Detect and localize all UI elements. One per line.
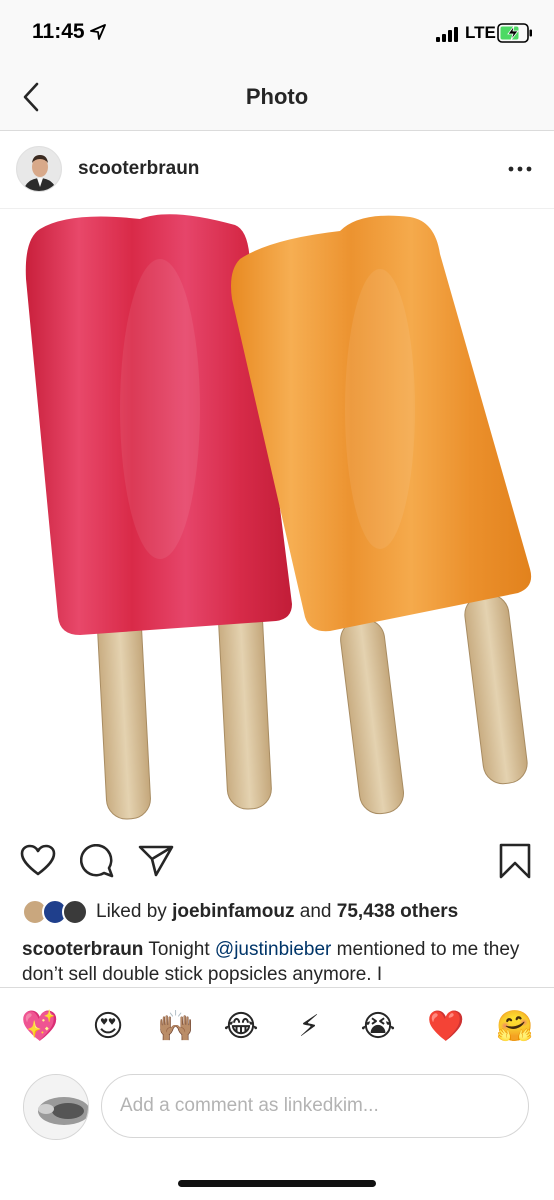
likes-summary[interactable]: Liked by joebinfamouz and 75,438 others — [96, 901, 458, 923]
network-type: LTE — [465, 23, 496, 42]
comment-composer — [0, 1069, 554, 1144]
emoji-sparkling-heart[interactable]: 💖 — [21, 1008, 59, 1046]
comment-input[interactable] — [101, 1074, 529, 1138]
emoji-hugging[interactable]: 🤗 — [496, 1008, 534, 1046]
nav-bar: Photo — [0, 66, 554, 131]
location-arrow-icon — [90, 24, 106, 45]
post-header: scooterbraun — [0, 131, 554, 209]
home-indicator[interactable] — [178, 1180, 376, 1187]
emoji-tears-of-joy[interactable]: 😂 — [222, 1008, 260, 1046]
comment-button[interactable] — [79, 843, 114, 883]
post-caption: scooterbraun Tonight @justinbieber menti… — [22, 937, 537, 989]
share-button[interactable] — [138, 845, 174, 882]
likes-count[interactable]: 75,438 others — [337, 901, 458, 922]
likes-prefix: Liked by — [96, 901, 167, 922]
emoji-raised-hands[interactable]: 🙌🏽 — [157, 1008, 195, 1046]
signal-bars-icon — [436, 27, 460, 47]
caption-username[interactable]: scooterbraun — [22, 939, 143, 960]
orange-popsicle-sticks — [340, 593, 528, 815]
post-photo[interactable] — [0, 209, 554, 831]
paper-plane-icon — [138, 845, 174, 877]
post-username[interactable]: scooterbraun — [78, 158, 199, 180]
emoji-heart-eyes[interactable]: 😍 — [89, 1008, 127, 1046]
caption-mention[interactable]: @justinbieber — [215, 939, 331, 960]
heart-icon — [20, 844, 56, 876]
status-bar: 11:45 LTE — [0, 0, 554, 66]
emoji-quick-bar: 💖 😍 🙌🏽 😂 ⚡ 😭 ❤️ 🤗 — [0, 987, 554, 1069]
post-actions — [0, 838, 554, 888]
likes-row: Liked by joebinfamouz and 75,438 others — [22, 896, 542, 928]
bookmark-icon — [499, 843, 531, 879]
liker-avatars[interactable] — [22, 899, 92, 925]
save-button[interactable] — [498, 843, 532, 884]
emoji-lightning[interactable]: ⚡ — [290, 1008, 328, 1046]
avatar[interactable] — [16, 146, 62, 192]
more-options-button[interactable] — [502, 157, 538, 181]
comment-bubble-icon — [79, 843, 114, 878]
ellipsis-icon — [508, 166, 532, 172]
emoji-red-heart[interactable]: ❤️ — [427, 1008, 465, 1046]
red-popsicle-sticks — [97, 603, 272, 820]
likes-and: and — [299, 901, 332, 922]
current-user-avatar — [23, 1074, 89, 1140]
liker-avatar — [62, 899, 88, 925]
caption-text-before: Tonight — [148, 939, 210, 960]
page-title: Photo — [245, 84, 309, 109]
like-button[interactable] — [20, 844, 56, 881]
emoji-crying[interactable]: 😭 — [359, 1008, 397, 1046]
liker-username[interactable]: joebinfamouz — [172, 901, 294, 922]
battery-charging-icon — [497, 23, 533, 48]
status-time: 11:45 — [32, 20, 85, 43]
